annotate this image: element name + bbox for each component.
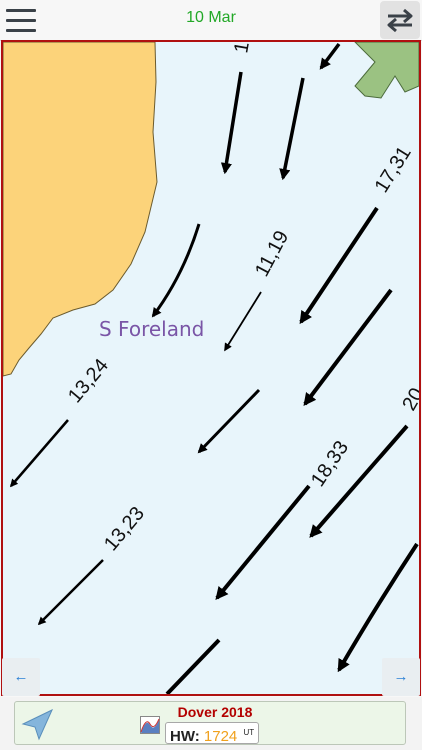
bottom-bar: Dover 2018 HW: 1724 UT: [0, 697, 422, 750]
stream-arrow: [165, 638, 221, 694]
stream-arrow: [279, 77, 305, 181]
stream-rate-label: 1: [230, 42, 254, 55]
stream-arrow: [197, 388, 261, 454]
stream-arrow: [224, 291, 262, 352]
stream-arrow: [9, 419, 69, 488]
top-toolbar: 10 Mar: [0, 0, 422, 41]
land-area-ne: [354, 42, 419, 99]
port-name[interactable]: Dover 2018: [165, 704, 265, 720]
previous-button[interactable]: ←: [2, 658, 40, 696]
hw-time: 1724: [203, 728, 238, 745]
high-water-box[interactable]: HW: 1724 UT: [165, 722, 260, 745]
stream-arrow: [151, 223, 201, 318]
date-title: 10 Mar: [186, 9, 236, 26]
stream-arrow: [303, 288, 393, 407]
stream-rate-label: 13,24: [64, 355, 113, 407]
stream-rate-label: 20: [398, 384, 419, 414]
tide-info-panel: Dover 2018 HW: 1724 UT: [14, 701, 406, 745]
stream-arrow: [37, 559, 104, 626]
stream-arrow: [299, 206, 379, 325]
tidal-stream-map[interactable]: 17,31 11,19 13,24 18,33 13,23 20 1 S For…: [1, 40, 421, 696]
stream-arrow: [215, 484, 311, 600]
place-label: S Foreland: [99, 317, 204, 341]
swap-button[interactable]: [380, 1, 420, 39]
location-arrow-icon: [21, 708, 54, 741]
map-canvas: 17,31 11,19 13,24 18,33 13,23 20 1 S For…: [3, 42, 419, 694]
stream-rate-label: 13,23: [100, 503, 149, 555]
location-button[interactable]: [19, 706, 55, 742]
stream-rate-label: 17,31: [371, 143, 416, 197]
hw-unit: UT: [243, 728, 255, 737]
stream-rate-label: 11,19: [251, 227, 293, 280]
stream-arrow: [220, 71, 243, 175]
swap-icon: [387, 8, 413, 33]
tide-curve-icon[interactable]: [140, 716, 160, 734]
hw-label: HW:: [170, 728, 200, 745]
next-button[interactable]: →: [382, 658, 420, 696]
stream-arrow: [337, 542, 419, 673]
stream-rate-label: 18,33: [307, 437, 353, 491]
stream-arrow: [319, 42, 341, 70]
